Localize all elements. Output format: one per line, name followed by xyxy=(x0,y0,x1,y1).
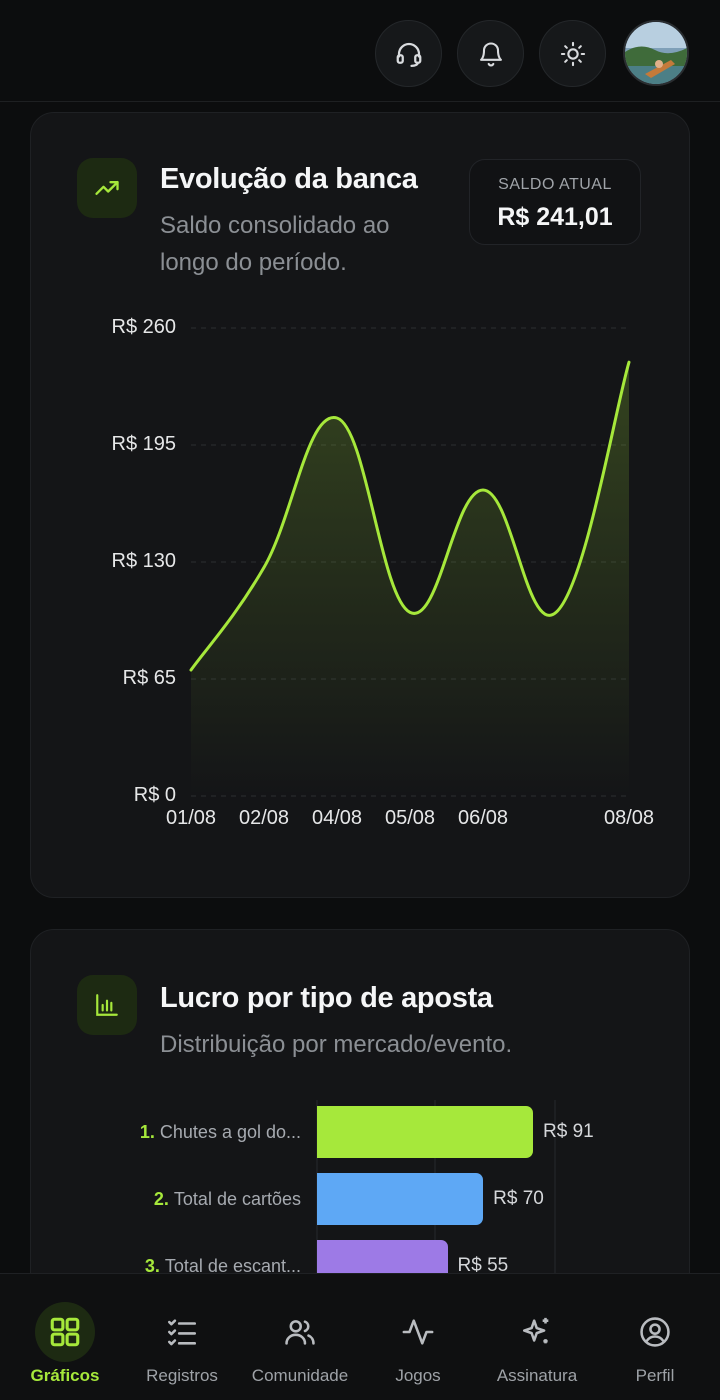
activity-icon xyxy=(388,1302,448,1362)
grid-icon xyxy=(35,1302,95,1362)
bar-rank: 1. xyxy=(139,1122,160,1142)
bell-icon xyxy=(479,41,502,66)
nav-item-jogos[interactable]: Jogos xyxy=(358,1274,478,1400)
nav-item-gráficos[interactable]: Gráficos xyxy=(5,1274,125,1400)
bar-category-text: Total de cartões xyxy=(173,1189,301,1209)
y-tick-label: R$ 260 xyxy=(111,316,177,338)
bar-category-label: 1. Chutes a gol do... xyxy=(61,1122,301,1143)
nav-item-registros[interactable]: Registros xyxy=(122,1274,242,1400)
bar-value-label: R$ 91 xyxy=(543,1121,594,1142)
nav-item-label: Comunidade xyxy=(251,1366,349,1385)
x-tick-label: 04/08 xyxy=(311,807,363,829)
nav-item-perfil[interactable]: Perfil xyxy=(595,1274,715,1400)
x-tick-label: 05/08 xyxy=(384,807,436,829)
x-tick-label: 06/08 xyxy=(457,807,509,829)
headset-icon xyxy=(396,42,421,67)
support-button[interactable] xyxy=(375,20,442,87)
nav-item-label: Registros xyxy=(146,1366,218,1385)
y-tick-label: R$ 130 xyxy=(111,550,177,572)
bar-category-text: Chutes a gol do... xyxy=(159,1122,301,1142)
nav-item-label: Gráficos xyxy=(30,1366,100,1385)
bar-rank: 2. xyxy=(153,1189,174,1209)
checklist-icon xyxy=(152,1302,212,1362)
theme-toggle-button[interactable] xyxy=(539,20,606,87)
top-bar xyxy=(0,0,720,102)
bottom-navigation: Gráficos Registros Comunidade Jogos Assinatu… xyxy=(0,1273,720,1400)
y-tick-label: R$ 65 xyxy=(122,667,176,689)
bar[interactable] xyxy=(317,1173,484,1225)
notifications-button[interactable] xyxy=(457,20,524,87)
x-tick-label: 08/08 xyxy=(603,807,655,829)
nav-item-label: Perfil xyxy=(635,1366,675,1385)
bankroll-line-chart xyxy=(189,327,631,797)
bankroll-evolution-card: Evolução da banca Saldo consolidado ao l… xyxy=(30,112,690,898)
x-tick-label: 01/08 xyxy=(165,807,217,829)
bar-category-label: 2. Total de cartões xyxy=(61,1189,301,1210)
users-icon xyxy=(270,1302,330,1362)
nav-item-label: Jogos xyxy=(395,1366,441,1385)
avatar[interactable] xyxy=(623,20,689,86)
sparkles-icon xyxy=(507,1302,567,1362)
bar-value-label: R$ 70 xyxy=(493,1188,544,1209)
nav-item-assinatura[interactable]: Assinatura xyxy=(477,1274,597,1400)
bar[interactable] xyxy=(317,1106,533,1158)
y-tick-label: R$ 195 xyxy=(111,433,177,455)
user-circle-icon xyxy=(625,1302,685,1362)
nav-item-label: Assinatura xyxy=(496,1366,578,1385)
sun-icon xyxy=(560,41,585,66)
nav-item-comunidade[interactable]: Comunidade xyxy=(240,1274,360,1400)
y-tick-label: R$ 0 xyxy=(133,784,176,806)
x-tick-label: 02/08 xyxy=(238,807,290,829)
